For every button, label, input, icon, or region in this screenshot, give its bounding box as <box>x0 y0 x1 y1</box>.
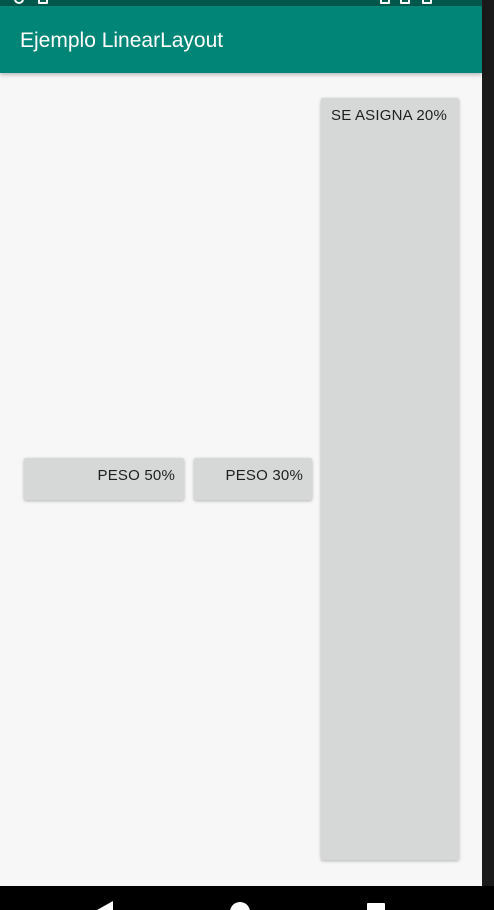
app-bar: Ejemplo LinearLayout <box>0 6 482 73</box>
se-asigna-20-button[interactable]: SE ASIGNA 20% <box>321 98 459 860</box>
notification-icon <box>14 0 24 4</box>
signal-icon <box>400 0 410 4</box>
peso-50-button[interactable]: PESO 50% <box>24 458 184 500</box>
linear-layout-content: PESO 50% PESO 30% SE ASIGNA 20% <box>0 73 482 886</box>
peso-30-button[interactable]: PESO 30% <box>194 458 312 500</box>
recents-icon[interactable] <box>367 903 385 910</box>
screen-edge <box>482 0 494 910</box>
home-icon[interactable] <box>230 902 250 910</box>
device-screen: Ejemplo LinearLayout PESO 50% PESO 30% S… <box>0 0 494 910</box>
peso-30-label: PESO 30% <box>225 467 303 484</box>
wifi-icon <box>380 0 390 4</box>
peso-50-label: PESO 50% <box>97 467 175 484</box>
se-asigna-20-label: SE ASIGNA 20% <box>331 107 447 124</box>
navigation-bar <box>0 886 494 910</box>
sd-card-icon <box>38 0 48 4</box>
back-icon[interactable] <box>97 901 113 910</box>
battery-icon <box>422 0 432 4</box>
app-title: Ejemplo LinearLayout <box>20 29 224 52</box>
